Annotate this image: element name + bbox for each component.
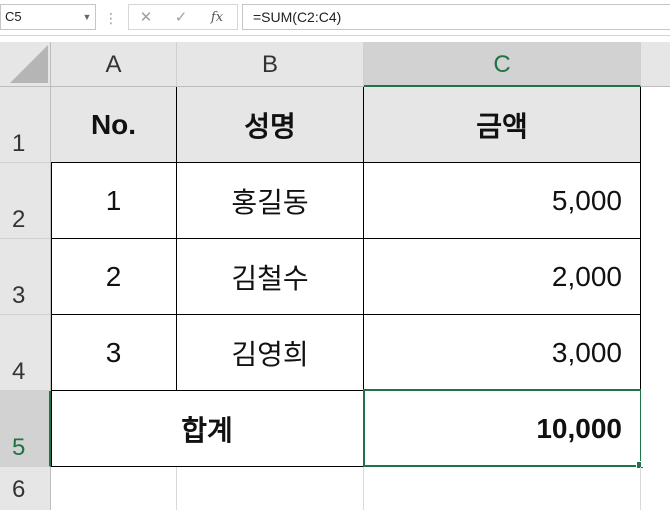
row-header-5[interactable]: 5: [0, 391, 51, 467]
empty-column-d[interactable]: [641, 87, 670, 467]
gridline: [176, 467, 177, 510]
formula-bar-grip-icon: ⋮: [104, 10, 118, 26]
row-header-label: 3: [12, 282, 26, 309]
row-header-1[interactable]: 1: [0, 87, 51, 163]
active-cell-selection: [363, 389, 642, 467]
header-cell-name[interactable]: 성명: [177, 87, 364, 163]
total-label-cell[interactable]: 합계: [51, 391, 364, 467]
cancel-icon[interactable]: ✕: [131, 6, 161, 30]
cell-no[interactable]: 3: [51, 315, 177, 391]
gridline: [363, 467, 364, 510]
cell-name[interactable]: 홍길동: [177, 163, 364, 239]
row-header-4[interactable]: 4: [0, 315, 51, 391]
cell-no[interactable]: 2: [51, 239, 177, 315]
cell-amount[interactable]: 2,000: [364, 239, 641, 315]
header-cell-amount[interactable]: 금액: [364, 87, 641, 163]
row-header-label: 2: [12, 206, 26, 233]
insert-function-icon[interactable]: fx: [202, 6, 232, 30]
header-cell-no[interactable]: No.: [51, 87, 177, 163]
column-header-c[interactable]: C: [364, 42, 641, 87]
row-header-6[interactable]: 6: [0, 467, 51, 510]
cell-no[interactable]: 1: [51, 163, 177, 239]
column-header-d[interactable]: [641, 42, 670, 87]
column-header-a[interactable]: A: [51, 42, 177, 87]
cell-name[interactable]: 김철수: [177, 239, 364, 315]
row-header-3[interactable]: 3: [0, 239, 51, 315]
name-box-dropdown-icon[interactable]: ▼: [78, 4, 96, 30]
enter-icon[interactable]: ✓: [166, 6, 196, 30]
cell-amount[interactable]: 3,000: [364, 315, 641, 391]
row-header-label: 5: [12, 434, 26, 461]
row-header-label: 6: [12, 476, 26, 503]
row-header-label: 1: [12, 130, 26, 157]
gridline: [640, 467, 641, 510]
cell-name[interactable]: 김영희: [177, 315, 364, 391]
formula-input[interactable]: =SUM(C2:C4): [242, 4, 670, 30]
row-header-2[interactable]: 2: [0, 163, 51, 239]
row-header-label: 4: [12, 358, 26, 385]
select-all-triangle-icon: [10, 45, 48, 83]
cell-amount[interactable]: 5,000: [364, 163, 641, 239]
column-header-b[interactable]: B: [177, 42, 364, 87]
